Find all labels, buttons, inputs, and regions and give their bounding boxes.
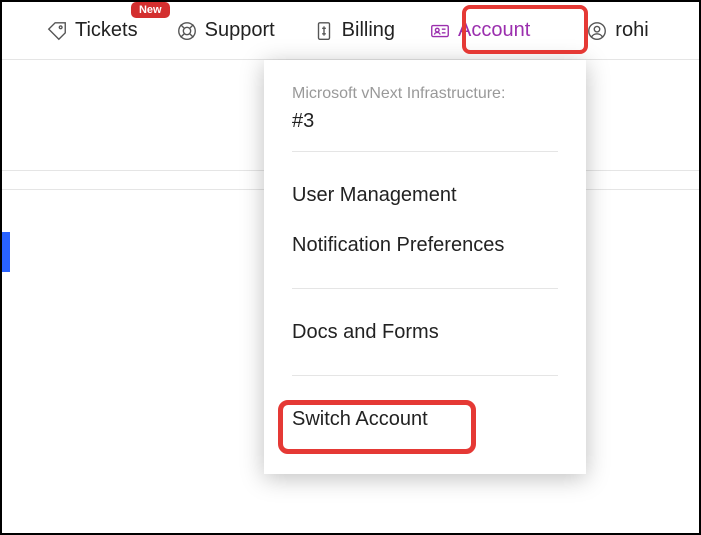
nav-billing[interactable]: Billing	[299, 13, 409, 48]
dropdown-divider	[292, 375, 558, 376]
top-navbar: Tickets New Support Billing Account rohi	[2, 2, 699, 60]
nav-support-label: Support	[205, 19, 275, 42]
user-avatar-icon	[586, 20, 608, 42]
nav-billing-label: Billing	[342, 19, 395, 42]
id-card-icon	[429, 20, 451, 42]
dropdown-header: Microsoft vNext Infrastructure: #3	[264, 82, 586, 133]
dropdown-item-user-management[interactable]: User Management	[264, 170, 586, 220]
dropdown-divider	[292, 288, 558, 289]
tag-icon	[46, 20, 68, 42]
dropdown-header-label: Microsoft vNext Infrastructure:	[292, 82, 558, 106]
nav-user-label: rohi	[615, 19, 648, 42]
nav-support[interactable]: Support	[162, 13, 289, 48]
dropdown-header-value: #3	[292, 110, 558, 133]
dropdown-item-notification-preferences[interactable]: Notification Preferences	[264, 220, 586, 270]
nav-account[interactable]: Account	[415, 13, 544, 48]
nav-tickets[interactable]: Tickets New	[32, 13, 152, 48]
dropdown-divider	[292, 151, 558, 152]
account-dropdown: Microsoft vNext Infrastructure: #3 User …	[264, 60, 586, 474]
nav-user[interactable]: rohi	[572, 13, 662, 48]
nav-account-label: Account	[458, 19, 530, 42]
invoice-icon	[313, 20, 335, 42]
dropdown-item-switch-account[interactable]: Switch Account	[264, 394, 586, 444]
active-strip	[2, 232, 10, 272]
nav-tickets-label: Tickets	[75, 19, 138, 42]
lifebuoy-icon	[176, 20, 198, 42]
dropdown-item-docs-and-forms[interactable]: Docs and Forms	[264, 307, 586, 357]
